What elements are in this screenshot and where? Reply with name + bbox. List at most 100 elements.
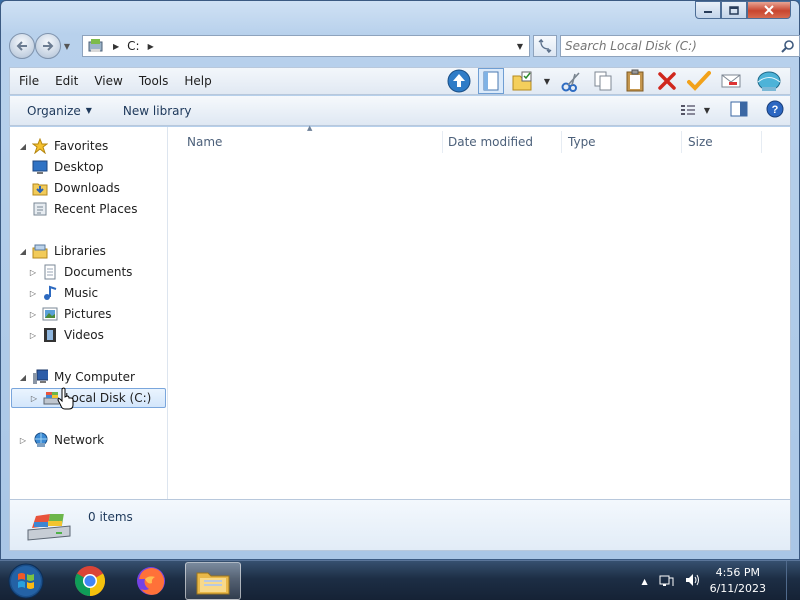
tree-item-label: Downloads [54, 181, 120, 195]
start-button[interactable] [4, 562, 48, 600]
search-box[interactable] [560, 35, 800, 57]
taskbar-explorer[interactable] [185, 562, 241, 600]
documents-icon [42, 264, 58, 280]
collapse-arrow-icon[interactable]: ◢ [18, 247, 28, 256]
menu-edit[interactable]: Edit [47, 74, 86, 88]
volume-icon[interactable] [684, 572, 700, 591]
red-x-icon [658, 72, 676, 90]
minimize-button[interactable] [695, 1, 721, 19]
back-button[interactable] [9, 33, 35, 59]
explorer-body: ◢ Favorites Desktop Downloads Recent Pla… [9, 124, 791, 499]
tree-item-local-disk[interactable]: ▷ Local Disk (C:) [11, 388, 166, 408]
column-header-date-modified[interactable]: Date modified [442, 131, 562, 153]
copy-icon [594, 71, 612, 91]
tree-item-documents[interactable]: ▷ Documents [28, 262, 132, 282]
chrome-icon [74, 566, 106, 596]
folders-pane-button[interactable] [478, 68, 504, 94]
maximize-icon [729, 5, 739, 15]
music-note-icon [42, 285, 58, 301]
network-sphere-button[interactable] [756, 68, 782, 94]
address-dropdown[interactable]: ▼ [511, 36, 529, 56]
magnifier-icon[interactable] [781, 39, 795, 56]
tree-item-label: Pictures [64, 307, 112, 321]
breadcrumb-separator[interactable]: ▶ [109, 42, 123, 51]
help-button[interactable]: ? [766, 100, 784, 121]
tree-item-pictures[interactable]: ▷ Pictures [28, 304, 112, 324]
explorer-folder-icon [196, 572, 230, 595]
column-header-type[interactable]: Type [562, 131, 682, 153]
expand-arrow-icon[interactable]: ▷ [28, 310, 38, 319]
address-bar[interactable]: ▶ C: ▶ ▼ [82, 35, 530, 57]
clock[interactable]: 4:56 PM 6/11/2023 [710, 565, 766, 597]
network-status-icon[interactable] [658, 572, 674, 591]
collapse-arrow-icon[interactable]: ◢ [18, 142, 28, 151]
change-view-button[interactable]: ▼ [680, 103, 710, 117]
tree-favorites-label: Favorites [54, 139, 109, 153]
email-button[interactable] [718, 68, 744, 94]
organize-label: Organize [27, 103, 81, 118]
tree-libraries-label: Libraries [54, 244, 106, 258]
organize-button[interactable]: Organize ▼ [10, 104, 101, 118]
hand-cursor-icon [57, 387, 74, 410]
folder-options-button[interactable] [510, 68, 536, 94]
collapse-arrow-icon[interactable]: ◢ [18, 373, 28, 382]
delete-button[interactable] [654, 68, 680, 94]
expand-arrow-icon[interactable]: ▷ [28, 268, 38, 277]
cut-button[interactable] [558, 68, 584, 94]
back-arrow-icon [16, 41, 27, 51]
tree-item-videos[interactable]: ▷ Videos [28, 325, 104, 345]
system-tray: ▲ 4:56 PM 6/11/2023 [641, 561, 766, 600]
tree-libraries[interactable]: ◢ Libraries [18, 241, 106, 261]
menu-view[interactable]: View [86, 74, 130, 88]
menu-bar: File Edit View Tools Help ▼ [9, 67, 791, 95]
recent-places-icon [32, 201, 48, 217]
breadcrumb-drive[interactable]: C: [123, 39, 143, 53]
desktop-icon [32, 159, 48, 175]
tree-my-computer[interactable]: ◢ My Computer [18, 367, 135, 387]
pane-icon [483, 71, 499, 91]
copy-button[interactable] [590, 68, 616, 94]
menu-help[interactable]: Help [176, 74, 219, 88]
tree-my-computer-label: My Computer [54, 370, 135, 384]
menu-file[interactable]: File [10, 74, 47, 88]
breadcrumb-separator[interactable]: ▶ [144, 42, 158, 51]
show-desktop-button[interactable] [786, 561, 800, 600]
expand-arrow-icon[interactable]: ▷ [28, 289, 38, 298]
computer-icon [83, 38, 109, 54]
minimize-icon [704, 11, 712, 13]
show-hidden-icons-button[interactable]: ▲ [641, 577, 647, 586]
up-button[interactable] [446, 68, 472, 94]
tree-item-music[interactable]: ▷ Music [28, 283, 98, 303]
menu-tools[interactable]: Tools [131, 74, 177, 88]
forward-button[interactable] [35, 33, 61, 59]
tree-favorites[interactable]: ◢ Favorites [18, 136, 108, 156]
clipboard-icon [626, 69, 644, 92]
command-bar: Organize ▼ New library ▼ ? [9, 96, 791, 126]
taskbar-firefox[interactable] [123, 562, 179, 600]
properties-button[interactable] [686, 68, 712, 94]
computer-icon [32, 369, 48, 385]
details-pane: 0 items [9, 499, 791, 551]
tree-item-desktop[interactable]: Desktop [32, 157, 104, 177]
views-dropdown[interactable]: ▼ [542, 68, 552, 94]
column-header-name[interactable]: Name [181, 131, 443, 153]
tree-network-label: Network [54, 433, 105, 447]
tree-network[interactable]: ▷ Network [18, 430, 104, 450]
search-input[interactable] [561, 39, 771, 53]
preview-pane-button[interactable] [730, 101, 748, 120]
tree-item-downloads[interactable]: Downloads [32, 178, 120, 198]
tree-item-recent-places[interactable]: Recent Places [32, 199, 137, 219]
paste-button[interactable] [622, 68, 648, 94]
refresh-button[interactable] [533, 35, 557, 57]
close-button[interactable] [747, 1, 791, 19]
expand-arrow-icon[interactable]: ▷ [18, 436, 28, 445]
taskbar-chrome[interactable] [62, 562, 118, 600]
explorer-window: ▼ ▶ C: ▶ ▼ File Edit View Tools Help [0, 0, 800, 560]
maximize-button[interactable] [721, 1, 747, 19]
windows-start-orb-icon [8, 563, 44, 599]
recent-pages-dropdown[interactable]: ▼ [61, 33, 73, 59]
column-header-size[interactable]: Size [682, 131, 762, 153]
expand-arrow-icon[interactable]: ▷ [28, 331, 38, 340]
expand-arrow-icon[interactable]: ▷ [29, 394, 39, 403]
new-library-button[interactable]: New library [101, 104, 201, 118]
